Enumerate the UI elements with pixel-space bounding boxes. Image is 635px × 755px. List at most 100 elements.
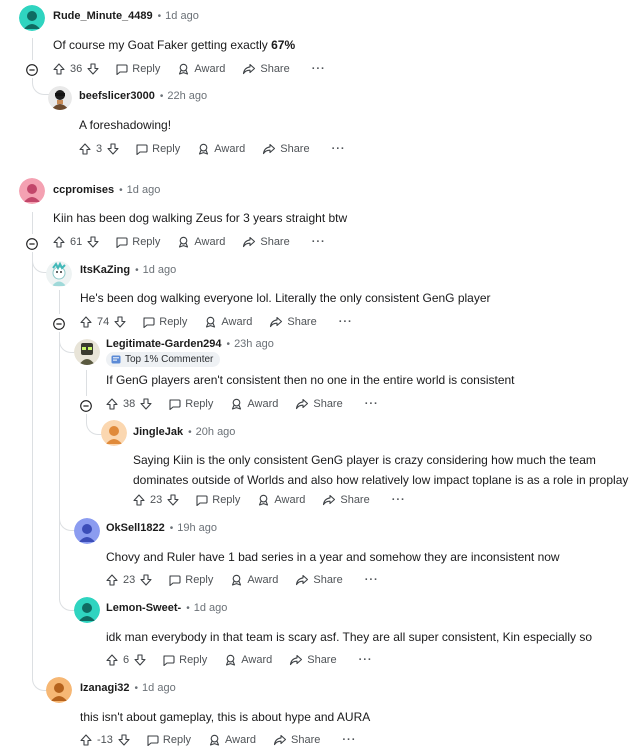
downvote-button[interactable] [87,236,99,248]
reply-button[interactable]: Reply [115,236,160,248]
upvote-button[interactable] [106,398,118,410]
upvote-button[interactable] [106,654,118,666]
timestamp[interactable]: 1d ago [142,682,176,694]
timestamp[interactable]: 22h ago [167,90,207,102]
avatar[interactable] [74,518,100,544]
reply-label: Reply [132,236,161,248]
reply-bubble-icon [169,399,181,410]
downvote-button[interactable] [134,654,146,666]
author-name[interactable]: Legitimate-Garden294 [106,338,222,350]
share-button[interactable]: Share [273,734,320,746]
author-name[interactable]: ItsKaZing [80,264,130,276]
more-options-button[interactable]: ··· [312,63,326,75]
comment-header: Lemon-Sweet- • 1d ago [106,602,227,614]
collapse-button[interactable] [80,399,92,412]
avatar[interactable] [101,420,127,446]
more-options-button[interactable]: ··· [365,398,379,410]
downvote-arrow-icon [107,143,119,155]
share-button[interactable]: Share [295,574,343,586]
reply-button[interactable]: Reply [115,63,160,75]
collapse-button[interactable] [53,317,65,330]
reply-button[interactable]: Reply [146,734,191,746]
award-button[interactable]: Award [257,494,305,506]
timestamp[interactable]: 1d ago [127,184,161,196]
more-options-button[interactable]: ··· [312,236,326,248]
avatar[interactable] [74,597,100,623]
share-arrow-icon [270,316,283,328]
share-button[interactable]: Share [242,63,290,75]
downvote-button[interactable] [140,398,152,410]
upvote-button[interactable] [106,574,118,586]
timestamp[interactable]: 23h ago [234,338,274,350]
timestamp[interactable]: 19h ago [177,522,217,534]
award-button[interactable]: Award [204,316,252,328]
reply-button[interactable]: Reply [135,143,180,155]
avatar[interactable] [19,178,45,204]
vote-count: 36 [70,63,83,75]
share-button[interactable]: Share [242,236,290,248]
avatar[interactable] [74,339,100,365]
share-button[interactable]: Share [295,398,343,410]
more-options-button[interactable]: ··· [359,654,373,666]
share-button[interactable]: Share [322,494,370,506]
upvote-button[interactable] [53,236,65,248]
upvote-button[interactable] [80,734,92,746]
upvote-button[interactable] [133,494,145,506]
award-button[interactable]: Award [197,143,245,155]
share-arrow-icon [323,494,336,506]
upvote-button[interactable] [80,316,92,328]
award-button[interactable]: Award [177,63,225,75]
more-options-button[interactable]: ··· [392,494,406,506]
share-button[interactable]: Share [269,316,317,328]
author-name[interactable]: Lemon-Sweet- [106,602,181,614]
award-button[interactable]: Award [230,398,278,410]
downvote-button[interactable] [107,143,119,155]
upvote-button[interactable] [79,143,91,155]
reply-button[interactable]: Reply [168,398,213,410]
more-options-button[interactable]: ··· [342,734,356,746]
award-button[interactable]: Award [208,734,256,746]
reply-button[interactable]: Reply [195,494,240,506]
upvote-button[interactable] [53,63,65,75]
downvote-button[interactable] [140,574,152,586]
author-name[interactable]: ccpromises [53,184,114,196]
award-button[interactable]: Award [224,654,272,666]
avatar[interactable] [46,261,72,287]
reply-button[interactable]: Reply [168,574,213,586]
downvote-arrow-icon [167,494,179,506]
timestamp[interactable]: 1d ago [143,264,177,276]
award-label: Award [194,236,226,248]
timestamp[interactable]: 20h ago [196,426,236,438]
avatar[interactable] [46,677,72,703]
author-name[interactable]: OkSell1822 [106,522,165,534]
downvote-button[interactable] [167,494,179,506]
timestamp[interactable]: 1d ago [194,602,228,614]
downvote-button[interactable] [114,316,126,328]
comment-header: Rude_Minute_4489 • 1d ago [53,10,199,22]
reply-button[interactable]: Reply [162,654,207,666]
downvote-button[interactable] [118,734,130,746]
author-name[interactable]: Rude_Minute_4489 [53,10,153,22]
author-name[interactable]: Izanagi32 [80,682,130,694]
more-options-button[interactable]: ··· [339,316,353,328]
downvote-button[interactable] [87,63,99,75]
collapse-button[interactable] [26,237,38,250]
timestamp[interactable]: 1d ago [165,10,199,22]
author-name[interactable]: JingleJak [133,426,183,438]
comment-text-line: dominates outside of Worlds and also how… [133,473,629,487]
flair-text: Top 1% Commenter [125,354,214,365]
share-button[interactable]: Share [262,143,310,155]
more-options-button[interactable]: ··· [365,574,379,586]
avatar[interactable] [19,5,45,31]
avatar[interactable] [48,86,72,110]
award-label: Award [247,398,279,410]
award-button[interactable]: Award [230,574,278,586]
share-button[interactable]: Share [289,654,337,666]
comment-header: ccpromises • 1d ago [53,184,160,196]
reply-button[interactable]: Reply [142,316,187,328]
award-button[interactable]: Award [177,236,225,248]
collapse-minus-icon [26,64,38,76]
collapse-button[interactable] [26,63,38,76]
more-options-button[interactable]: ··· [332,143,346,155]
author-name[interactable]: beefslicer3000 [79,90,155,102]
